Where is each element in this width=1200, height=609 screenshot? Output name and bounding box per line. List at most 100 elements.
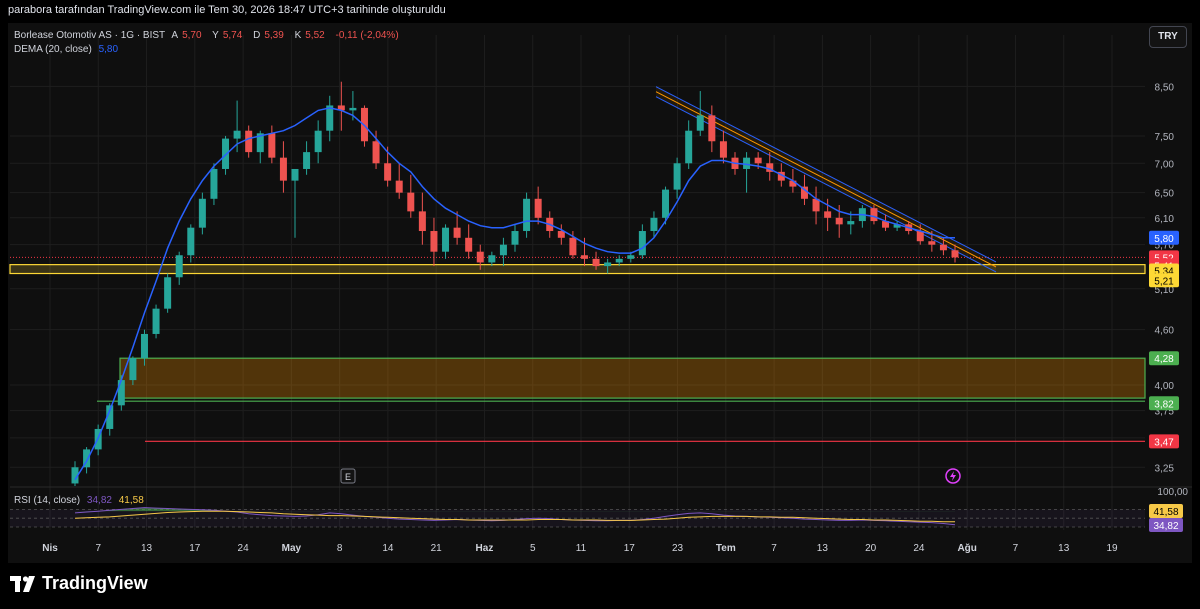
low-value: 5,39 xyxy=(264,30,284,41)
earnings-marker[interactable]: E xyxy=(340,468,356,484)
open-label: A xyxy=(171,30,179,41)
rsi-pane: 100,00 xyxy=(10,486,1192,528)
rsi-tick-label: 100,00 xyxy=(1157,487,1188,498)
rsi-legend[interactable]: RSI (14, close) 34,82 41,58 xyxy=(14,495,148,506)
candle-body xyxy=(928,241,936,245)
candle-body xyxy=(951,250,959,258)
price-tag: 3,47 xyxy=(1149,434,1179,449)
candle-body xyxy=(916,231,924,242)
symbol-name: Borlease Otomotiv AS · 1G · BIST xyxy=(14,30,166,41)
change-value: -0,11 (-2,04%) xyxy=(335,30,399,41)
y-tick-label: 7,50 xyxy=(1155,132,1175,143)
candle-body xyxy=(395,180,403,193)
candle-body xyxy=(569,237,577,256)
candle-body xyxy=(442,227,450,252)
candle-body xyxy=(140,333,148,359)
price-tag-text: 4,28 xyxy=(1154,354,1174,365)
x-tick-label: 11 xyxy=(576,543,587,554)
candle-body xyxy=(198,198,206,228)
candle-body xyxy=(708,115,716,142)
candle-body xyxy=(465,237,473,252)
candle-body xyxy=(696,115,704,131)
tradingview-wordmark: TradingView xyxy=(42,573,148,593)
candle-body xyxy=(418,211,426,232)
earnings-marker-label: E xyxy=(345,472,351,482)
x-tick-label: 13 xyxy=(817,543,829,554)
candle-body xyxy=(152,308,160,334)
x-tick-label: 20 xyxy=(865,543,877,554)
symbol-legend[interactable]: Borlease Otomotiv AS · 1G · BIST A 5,70 Y… xyxy=(14,30,403,41)
price-tag-text: 5,80 xyxy=(1154,234,1174,245)
candle xyxy=(465,224,473,259)
candle-body xyxy=(673,163,681,190)
candle xyxy=(685,120,693,169)
tradingview-logo[interactable]: TradingView xyxy=(10,573,148,594)
rsi-value: 34,82 xyxy=(86,495,112,506)
channel-upper xyxy=(655,86,997,263)
rsi-tag-text: 34,82 xyxy=(1153,521,1178,532)
candle xyxy=(418,192,426,245)
price-tag: 5,21 xyxy=(1149,273,1179,288)
dema-legend[interactable]: DEMA (20, close) 5,80 xyxy=(14,44,122,55)
candle-body xyxy=(835,217,843,225)
y-tick-label: 4,60 xyxy=(1155,326,1175,337)
price-chart[interactable]: 100,00 8,507,507,006,506,105,705,104,604… xyxy=(0,0,1200,609)
candle xyxy=(71,461,79,486)
rsi-tag-text: 41,58 xyxy=(1153,507,1178,518)
x-tick-label: Nis xyxy=(42,543,58,554)
alert-icon[interactable] xyxy=(945,468,961,484)
candle-body xyxy=(615,258,623,263)
rsi-ma-value: 41,58 xyxy=(118,495,144,506)
candle xyxy=(638,224,646,259)
candle xyxy=(326,95,334,142)
x-tick-label: 8 xyxy=(337,543,343,554)
x-tick-label: Tem xyxy=(716,543,736,554)
candle xyxy=(291,168,299,238)
candle-body xyxy=(314,130,322,153)
candle xyxy=(245,125,253,158)
candle-body xyxy=(430,231,438,252)
candle-body xyxy=(129,358,137,381)
rsi-label: RSI (14, close) xyxy=(14,495,81,506)
x-tick-label: 5 xyxy=(530,543,536,554)
candle xyxy=(106,403,114,436)
candle xyxy=(152,304,160,339)
candle-body xyxy=(939,244,947,251)
candle xyxy=(858,205,866,228)
close-value: 5,52 xyxy=(305,30,325,41)
candle xyxy=(395,163,403,199)
candle-body xyxy=(187,227,195,256)
candle-body xyxy=(638,231,646,256)
price-tag-text: 3,82 xyxy=(1154,399,1174,410)
candle-body xyxy=(754,157,762,164)
x-tick-label: 24 xyxy=(238,543,250,554)
candle-body xyxy=(453,227,461,238)
candle xyxy=(94,424,102,456)
candle xyxy=(557,224,565,245)
candle xyxy=(175,251,183,285)
x-tick-label: 23 xyxy=(672,543,684,554)
candle-body xyxy=(488,255,496,263)
y-tick-label: 6,50 xyxy=(1155,189,1175,200)
candle xyxy=(442,224,450,259)
x-tick-label: 7 xyxy=(95,543,101,554)
candle xyxy=(164,273,172,313)
candle-body xyxy=(847,221,855,225)
candle-body xyxy=(523,198,531,232)
x-tick-label: 7 xyxy=(1013,543,1019,554)
candle-body xyxy=(222,138,230,169)
candle xyxy=(314,120,322,164)
currency-button[interactable]: TRY xyxy=(1149,26,1187,48)
y-tick-label: 4,00 xyxy=(1155,381,1175,392)
candle-body xyxy=(719,141,727,158)
candle-body xyxy=(164,277,172,309)
candle-body xyxy=(511,231,519,245)
candle xyxy=(882,214,890,232)
grid xyxy=(10,35,1145,530)
candle-body xyxy=(245,130,253,153)
candle-body xyxy=(372,141,380,164)
open-value: 5,70 xyxy=(182,30,202,41)
price-tag: 5,80 xyxy=(1149,230,1179,245)
candle xyxy=(268,125,276,164)
time-axis: Nis 7 13 17 24 May 8 14 21 Haz 5 11 17 23 Tem 7 13 20 24 Ağ… xyxy=(42,543,1118,554)
